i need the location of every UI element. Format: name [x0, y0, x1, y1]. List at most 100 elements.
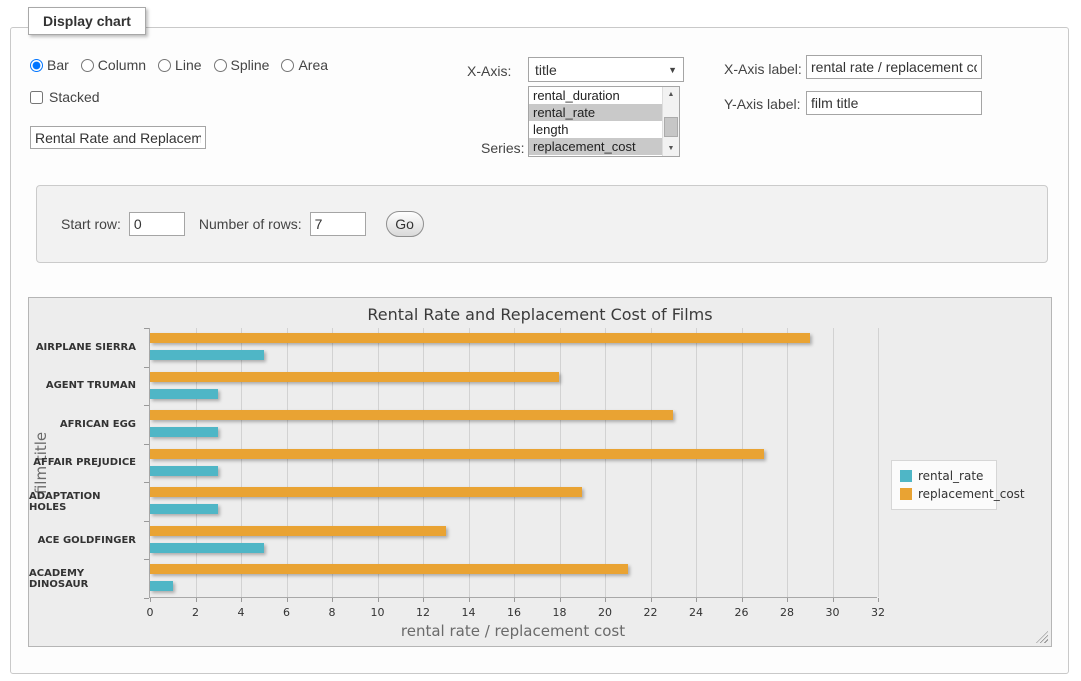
x-axis-tick	[833, 598, 834, 602]
legend-label-rental-rate: rental_rate	[918, 469, 983, 483]
legend-item-rental-rate[interactable]: rental_rate	[900, 467, 988, 485]
y-axis-tick	[144, 598, 149, 599]
bar-replacement_cost	[150, 410, 673, 420]
gridline	[241, 328, 242, 597]
series-scrollbar[interactable]: ▲ ▼	[662, 87, 679, 156]
x-tick-label: 2	[192, 606, 199, 619]
category-label: AFRICAN EGG	[29, 405, 143, 444]
series-select-label: Series:	[481, 140, 525, 156]
series-option-replacement-cost[interactable]: replacement_cost	[529, 138, 662, 155]
category-label: AIRPLANE SIERRA	[29, 328, 143, 367]
bar-replacement_cost	[150, 564, 628, 574]
y-axis-tick	[144, 367, 149, 368]
x-tick-label: 0	[147, 606, 154, 619]
x-tick-label: 28	[780, 606, 794, 619]
gridline	[332, 328, 333, 597]
radio-bar[interactable]	[30, 59, 43, 72]
gridline	[469, 328, 470, 597]
x-axis-tick	[287, 598, 288, 602]
y-axis-label-input[interactable]	[806, 91, 982, 115]
y-axis-label-label: Y-Axis label:	[724, 96, 801, 112]
x-tick-label: 18	[553, 606, 567, 619]
x-tick-label: 20	[598, 606, 612, 619]
go-button[interactable]: Go	[386, 211, 424, 237]
y-axis-tick	[144, 328, 149, 329]
x-axis-select[interactable]: title ▼	[528, 57, 684, 82]
stacked-checkbox[interactable]	[30, 91, 43, 104]
chart-type-radio-group: Bar Column Line Spline Area	[30, 57, 336, 73]
y-axis-tick	[144, 559, 149, 560]
category-label: AGENT TRUMAN	[29, 367, 143, 406]
y-axis-tick	[144, 482, 149, 483]
gridline	[196, 328, 197, 597]
y-axis-tick	[144, 521, 149, 522]
resize-handle-icon[interactable]	[1036, 631, 1048, 643]
num-rows-input[interactable]	[310, 212, 366, 236]
legend-label-replacement-cost: replacement_cost	[918, 487, 1025, 501]
scroll-up-icon[interactable]: ▲	[663, 87, 679, 102]
gridline	[378, 328, 379, 597]
plot-area: 02468101214161820222426283032	[149, 328, 877, 598]
bar-replacement_cost	[150, 333, 810, 343]
series-option-rental-rate[interactable]: rental_rate	[529, 104, 662, 121]
bar-rental_rate	[150, 504, 218, 514]
radio-spline[interactable]	[214, 59, 227, 72]
x-axis-select-label: X-Axis:	[467, 63, 511, 79]
series-multiselect[interactable]: rental_duration rental_rate length repla…	[528, 86, 680, 157]
x-axis-select-value: title	[535, 62, 557, 78]
radio-area[interactable]	[281, 59, 294, 72]
bar-rental_rate	[150, 389, 218, 399]
scrollbar-thumb[interactable]	[664, 117, 678, 137]
gridline	[878, 328, 879, 597]
stacked-label: Stacked	[49, 89, 100, 105]
x-axis-label-label: X-Axis label:	[724, 61, 802, 77]
start-row-input[interactable]	[129, 212, 185, 236]
radio-column[interactable]	[81, 59, 94, 72]
x-tick-label: 8	[329, 606, 336, 619]
bar-rental_rate	[150, 543, 264, 553]
series-option-rental-duration[interactable]: rental_duration	[529, 87, 662, 104]
x-axis-tick	[241, 598, 242, 602]
category-label: ACE GOLDFINGER	[29, 521, 143, 560]
category-axis-labels: AIRPLANE SIERRAAGENT TRUMANAFRICAN EGGAF…	[29, 328, 143, 598]
x-tick-label: 22	[644, 606, 658, 619]
gridline	[287, 328, 288, 597]
category-label: ADAPTATION HOLES	[29, 482, 143, 521]
legend-swatch-replacement-cost	[900, 488, 912, 500]
x-axis-tick	[605, 598, 606, 602]
chart-panel: Rental Rate and Replacement Cost of Film…	[28, 297, 1052, 647]
gridline	[833, 328, 834, 597]
x-axis-tick	[423, 598, 424, 602]
gridline	[696, 328, 697, 597]
chart-title: Rental Rate and Replacement Cost of Film…	[29, 305, 1051, 324]
x-tick-label: 6	[283, 606, 290, 619]
x-axis-label-input[interactable]	[806, 55, 982, 79]
radio-line[interactable]	[158, 59, 171, 72]
x-axis-tick	[878, 598, 879, 602]
gridline	[787, 328, 788, 597]
gridline	[651, 328, 652, 597]
y-axis-tick	[144, 405, 149, 406]
x-axis-title: rental rate / replacement cost	[149, 622, 877, 640]
x-axis-tick	[742, 598, 743, 602]
x-tick-label: 32	[871, 606, 885, 619]
x-tick-label: 14	[462, 606, 476, 619]
bar-rental_rate	[150, 427, 218, 437]
radio-bar-label: Bar	[47, 57, 69, 73]
x-tick-label: 16	[507, 606, 521, 619]
legend-item-replacement-cost[interactable]: replacement_cost	[900, 485, 988, 503]
bar-replacement_cost	[150, 526, 446, 536]
gridline	[560, 328, 561, 597]
series-option-length[interactable]: length	[529, 121, 662, 138]
x-axis-tick	[560, 598, 561, 602]
fieldset-legend: Display chart	[28, 7, 146, 35]
x-axis-tick	[378, 598, 379, 602]
scroll-down-icon[interactable]: ▼	[663, 141, 679, 156]
x-axis-tick	[787, 598, 788, 602]
x-tick-label: 30	[826, 606, 840, 619]
bar-rental_rate	[150, 466, 218, 476]
radio-column-label: Column	[98, 57, 146, 73]
page: Display chart Bar Column Line Spline Are…	[0, 0, 1081, 681]
chart-title-input[interactable]	[30, 126, 206, 149]
x-axis-tick	[332, 598, 333, 602]
